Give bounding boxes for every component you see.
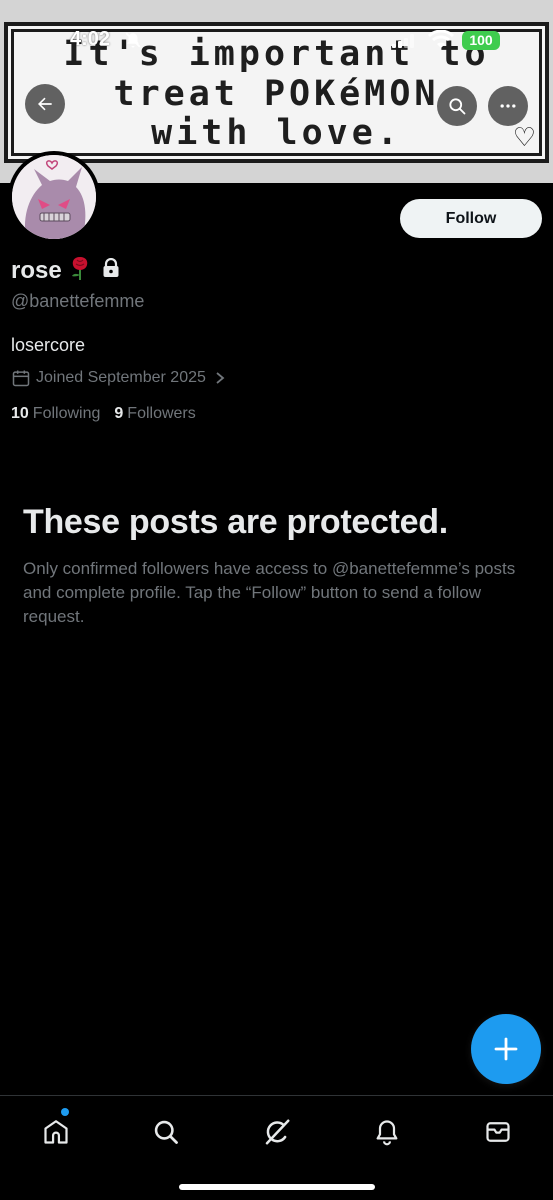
followers-link[interactable]: 9 Followers [114, 405, 195, 423]
protected-description: Only confirmed followers have access to … [23, 559, 516, 626]
arrow-left-icon [38, 97, 52, 111]
nav-notifications[interactable] [367, 1112, 407, 1152]
lock-icon [102, 257, 120, 283]
home-indicator [179, 1184, 375, 1190]
chevron-right-icon [216, 372, 225, 384]
nav-messages[interactable] [478, 1112, 518, 1152]
nav-grok[interactable] [257, 1112, 297, 1152]
display-name: rose [11, 256, 62, 284]
follow-button[interactable]: Follow [400, 199, 542, 238]
joined-date-row[interactable]: Joined September 2025 [11, 368, 226, 388]
following-count: 10 [11, 405, 29, 422]
silent-bell-icon [124, 31, 142, 54]
protected-title: These posts are protected. [23, 503, 448, 541]
bell-icon [376, 1120, 398, 1146]
name-row: rose [11, 255, 120, 286]
wifi-icon [427, 29, 455, 55]
compose-post-button[interactable] [471, 1014, 541, 1084]
more-options-button[interactable] [488, 86, 528, 126]
plus-icon [494, 1037, 518, 1061]
following-label: Following [32, 405, 101, 422]
profile-screen: It's important to treat POKéMON with lov… [0, 0, 553, 1200]
grok-icon [265, 1119, 290, 1145]
signal-icon [392, 34, 414, 53]
calendar-icon [12, 370, 30, 387]
rose-emoji-icon [70, 255, 90, 286]
user-handle: @banettefemme [11, 291, 145, 311]
nav-explore[interactable] [146, 1112, 186, 1152]
avatar[interactable] [8, 151, 100, 243]
back-button[interactable] [25, 84, 65, 124]
status-time: 4:02 [70, 28, 111, 50]
user-bio: losercore [11, 335, 86, 355]
followers-label: Followers [127, 405, 196, 422]
envelope-icon [486, 1122, 510, 1142]
more-horizontal-icon [500, 104, 516, 108]
heart-icon: ♡ [512, 123, 536, 153]
new-items-dot [61, 1108, 69, 1116]
nav-home[interactable] [36, 1112, 76, 1152]
home-icon [44, 1120, 68, 1144]
follow-counts: 10 Following 9 Followers [11, 405, 196, 423]
avatar-image [12, 155, 96, 239]
joined-date: Joined September 2025 [36, 369, 206, 386]
search-button[interactable] [437, 86, 477, 126]
following-link[interactable]: 10 Following [11, 405, 100, 423]
battery-indicator: 100 [462, 31, 500, 50]
search-icon [449, 98, 466, 115]
followers-count: 9 [114, 405, 124, 422]
search-icon [154, 1120, 178, 1144]
